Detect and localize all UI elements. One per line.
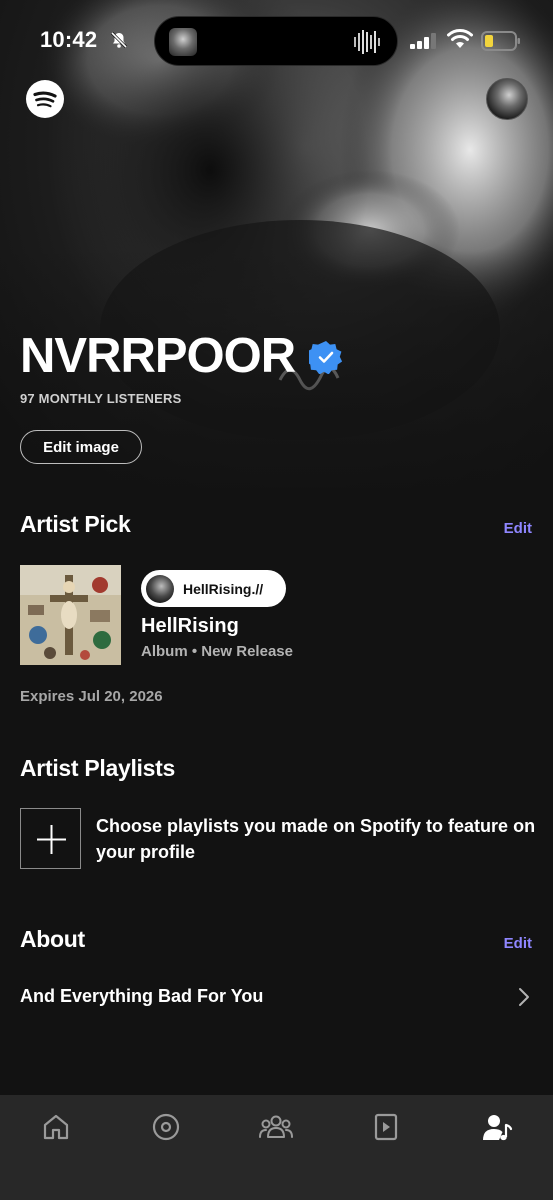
status-bar: 10:42 xyxy=(0,0,553,84)
signal-icon xyxy=(410,33,436,49)
chip-avatar xyxy=(146,574,174,603)
mute-icon xyxy=(110,31,128,49)
battery-icon xyxy=(481,31,520,51)
release-cover-art[interactable] xyxy=(20,565,121,665)
dynamic-island[interactable] xyxy=(154,16,398,66)
about-heading: About xyxy=(20,926,85,952)
artist-pick-comment-chip[interactable]: HellRising.// xyxy=(141,570,286,607)
monthly-listeners: 97 MONTHLY LISTENERS xyxy=(20,391,182,406)
release-subtitle: Album • New Release xyxy=(141,643,293,660)
audio-waveform-icon xyxy=(354,30,380,54)
about-edit-link[interactable]: Edit xyxy=(504,935,532,952)
artist-name: NVRRPOOR xyxy=(20,329,296,383)
profile-icon xyxy=(483,1115,513,1141)
playlists-prompt[interactable]: Choose playlists you made on Spotify to … xyxy=(96,813,546,865)
about-bio-text: And Everything Bad For You xyxy=(20,986,264,1006)
artist-playlists-heading: Artist Playlists xyxy=(20,755,175,781)
artist-pick-edit-link[interactable]: Edit xyxy=(504,520,532,537)
artist-profile-screen: 10:42 NVRRPOOR 97 MONTHLY LISTENERS Edit… xyxy=(0,0,553,1200)
verified-badge-icon xyxy=(309,341,343,374)
status-time: 10:42 xyxy=(40,27,98,52)
edit-image-button[interactable]: Edit image xyxy=(20,430,142,464)
artist-pick-heading: Artist Pick xyxy=(20,511,131,537)
add-playlist-button[interactable] xyxy=(20,808,81,869)
artist-hero: 10:42 NVRRPOOR 97 MONTHLY LISTENERS Edit… xyxy=(0,0,553,488)
bottom-navigation xyxy=(0,1095,553,1200)
plus-icon xyxy=(37,825,66,854)
chip-label: HellRising.// xyxy=(183,580,264,597)
wifi-icon xyxy=(447,29,473,48)
home-icon xyxy=(43,1114,69,1140)
cover-artwork-image xyxy=(20,565,121,665)
nav-profile[interactable] xyxy=(476,1109,520,1145)
music-icon xyxy=(152,1113,180,1141)
release-title[interactable]: HellRising xyxy=(141,615,239,638)
nav-audience[interactable] xyxy=(254,1109,298,1145)
nav-home[interactable] xyxy=(34,1109,78,1145)
chevron-right-icon xyxy=(519,988,529,1006)
pick-expiry-date: Expires Jul 20, 2026 xyxy=(20,688,163,705)
spotify-logo[interactable] xyxy=(26,80,64,118)
audience-icon xyxy=(259,1115,293,1138)
nav-video[interactable] xyxy=(364,1109,408,1145)
now-playing-thumbnail xyxy=(169,28,197,56)
video-icon xyxy=(374,1113,398,1141)
profile-avatar[interactable] xyxy=(486,78,528,120)
nav-music[interactable] xyxy=(144,1109,188,1145)
about-bio-row[interactable]: And Everything Bad For You xyxy=(0,980,553,1016)
spotify-icon xyxy=(33,91,57,108)
